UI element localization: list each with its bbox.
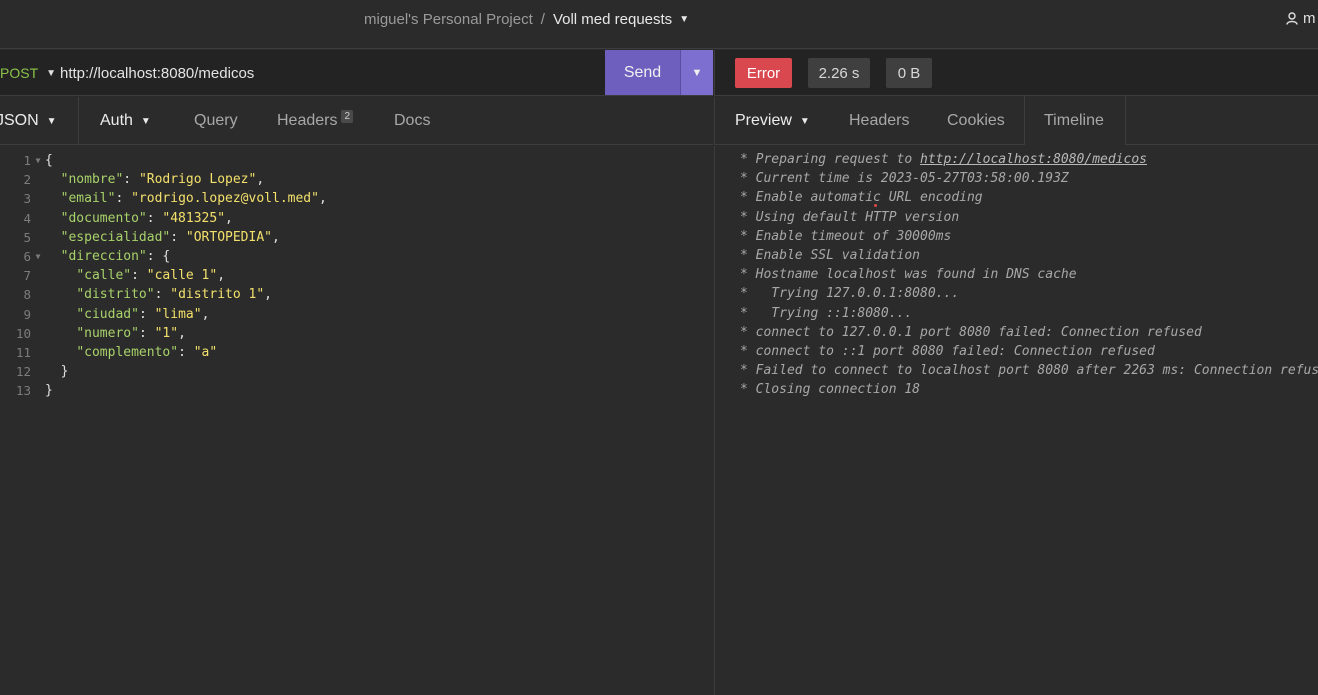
- code-line[interactable]: 12 }: [0, 362, 713, 381]
- method-label: POST: [0, 65, 39, 81]
- headers-count-badge: 2: [341, 109, 354, 123]
- code-line[interactable]: 5 "especialidad": "ORTOPEDIA",: [0, 228, 713, 247]
- line-number: 11: [15, 345, 31, 360]
- title-bar: miguel's Personal Project / Voll med req…: [0, 0, 1318, 49]
- code-text: "email": "rodrigo.lopez@voll.med",: [60, 191, 327, 207]
- line-number: 13: [15, 383, 31, 399]
- line-number: 4: [23, 210, 31, 226]
- user-icon: [1286, 12, 1298, 25]
- code-line[interactable]: 13}: [0, 381, 713, 400]
- code-text: "calle": "calle 1",: [76, 268, 226, 284]
- code-text: }: [45, 364, 69, 380]
- fold-toggle-icon[interactable]: ▼: [31, 156, 45, 165]
- tab-timeline[interactable]: Timeline: [1044, 112, 1104, 130]
- timeline-line: * Closing connection 18: [740, 382, 921, 398]
- timeline-line: * Enable automatic URL encoding: [740, 190, 983, 206]
- timeline-line: * connect to ::1 port 8080 failed: Conne…: [740, 344, 1155, 359]
- code-line[interactable]: 4 "documento": "481325",: [0, 209, 713, 228]
- tab-body[interactable]: JSON ▼: [0, 112, 57, 130]
- timeline-url-link[interactable]: http://localhost:8080/medicos: [920, 152, 1147, 167]
- timeline-line: * Enable SSL validation: [740, 248, 921, 263]
- json-body-editor[interactable]: 1 ▼{2 "nombre": "Rodrigo Lopez", 3 "email"…: [0, 146, 713, 695]
- code-line[interactable]: 8 "distrito": "distrito 1",: [0, 285, 713, 304]
- response-status-bar: Error 2.26 s 0 B: [714, 50, 1318, 96]
- code-text: "documento": "481325",: [60, 210, 233, 226]
- response-tabs: Preview ▼ Headers Cookies Timeline: [714, 96, 1318, 145]
- timeline-line: * Failed to connect to localhost port 80…: [740, 363, 1318, 379]
- response-time-badge: 2.26 s: [808, 58, 870, 88]
- timeline-panel: * Preparing request to http://localhost:…: [714, 146, 1318, 695]
- code-line[interactable]: 3 "email": "rodrigo.lopez@voll.med",: [0, 189, 713, 208]
- tab-docs[interactable]: Docs: [394, 112, 430, 130]
- tab-headers-label: Headers: [277, 112, 338, 129]
- status-badge: Error: [735, 58, 792, 88]
- timeline-line: * Hostname localhost was found in DNS ca…: [740, 267, 1077, 283]
- breadcrumb-collection[interactable]: Voll med requests: [553, 11, 672, 28]
- preview-dropdown-icon: ▼: [799, 115, 810, 127]
- user-menu[interactable]: m: [1286, 10, 1316, 27]
- user-name: m: [1303, 10, 1316, 27]
- fold-toggle-icon[interactable]: ▼: [31, 252, 45, 261]
- code-line[interactable]: 2 "nombre": "Rodrigo Lopez",: [0, 170, 713, 189]
- line-number: 12: [15, 364, 31, 380]
- tab-query[interactable]: Query: [194, 112, 238, 130]
- tab-body-label: JSON: [0, 112, 39, 129]
- collection-dropdown-icon[interactable]: ▼: [679, 14, 689, 25]
- send-options-dropdown-icon[interactable]: ▼: [680, 50, 713, 95]
- tab-preview[interactable]: Preview ▼: [735, 112, 810, 130]
- code-line[interactable]: 10 "numero": "1",: [0, 324, 713, 343]
- code-text: {: [45, 153, 53, 168]
- send-button[interactable]: Send: [605, 50, 680, 95]
- response-size-badge: 0 B: [886, 58, 932, 88]
- line-number: 1: [23, 153, 31, 168]
- timeline-line: * Trying 127.0.0.1:8080...: [740, 286, 960, 302]
- tab-auth-label: Auth: [100, 112, 133, 129]
- url-input[interactable]: http://localhost:8080/medicos: [60, 65, 254, 82]
- line-number: 6: [23, 249, 31, 264]
- tab-preview-label: Preview: [735, 112, 792, 129]
- line-number: 9: [23, 306, 31, 322]
- auth-dropdown-icon: ▼: [140, 115, 151, 127]
- tab-response-headers[interactable]: Headers: [849, 112, 909, 130]
- code-text: }: [45, 383, 53, 399]
- timeline-line: * Enable timeout of 30000ms: [740, 228, 952, 244]
- method-dropdown-icon: ▼: [46, 67, 57, 79]
- line-number: 5: [23, 229, 31, 245]
- timeline-line: * connect to 127.0.0.1 port 8080 failed:…: [740, 324, 1202, 340]
- code-text: "nombre": "Rodrigo Lopez",: [60, 172, 265, 188]
- method-selector[interactable]: POST ▼: [0, 65, 56, 81]
- tab-headers[interactable]: Headers 2: [277, 109, 354, 130]
- code-text: "ciudad": "lima",: [76, 306, 210, 322]
- breadcrumb: miguel's Personal Project / Voll med req…: [364, 10, 689, 28]
- code-text: "especialidad": "ORTOPEDIA",: [60, 229, 280, 245]
- code-text: "distrito": "distrito 1",: [76, 287, 272, 303]
- code-text: "complemento": "a": [76, 345, 218, 360]
- line-number: 7: [23, 268, 31, 284]
- line-number: 10: [15, 325, 31, 341]
- line-number: 3: [23, 191, 31, 207]
- line-number: 2: [23, 172, 31, 188]
- tab-divider: [78, 97, 79, 145]
- code-line[interactable]: 6 ▼ "direccion": {: [0, 247, 713, 266]
- breadcrumb-separator: /: [540, 10, 545, 28]
- timeline-line: * Current time is 2023-05-27T03:58:00.19…: [740, 171, 1069, 187]
- tab-cookies[interactable]: Cookies: [947, 112, 1005, 130]
- breadcrumb-project[interactable]: miguel's Personal Project: [364, 11, 533, 28]
- code-line[interactable]: 1 ▼{: [0, 151, 713, 170]
- line-number: 8: [23, 287, 31, 303]
- code-line[interactable]: 7 "calle": "calle 1",: [0, 266, 713, 285]
- request-tabs: JSON ▼ Auth ▼ Query Headers 2 Docs: [0, 97, 713, 145]
- code-line[interactable]: 11 "complemento": "a": [0, 343, 713, 362]
- code-line[interactable]: 9 "ciudad": "lima",: [0, 305, 713, 324]
- timeline-line: * Trying ::1:8080...: [740, 305, 913, 321]
- timeline-line: * Preparing request to http://localhost:…: [740, 152, 1147, 167]
- code-text: "numero": "1",: [76, 325, 186, 341]
- url-bar: POST ▼ http://localhost:8080/medicos Sen…: [0, 50, 713, 96]
- tab-auth[interactable]: Auth ▼: [100, 112, 151, 130]
- timeline-line: * Using default HTTP version: [740, 209, 960, 225]
- code-text: "direccion": {: [60, 249, 171, 264]
- body-type-dropdown-icon: ▼: [46, 115, 57, 127]
